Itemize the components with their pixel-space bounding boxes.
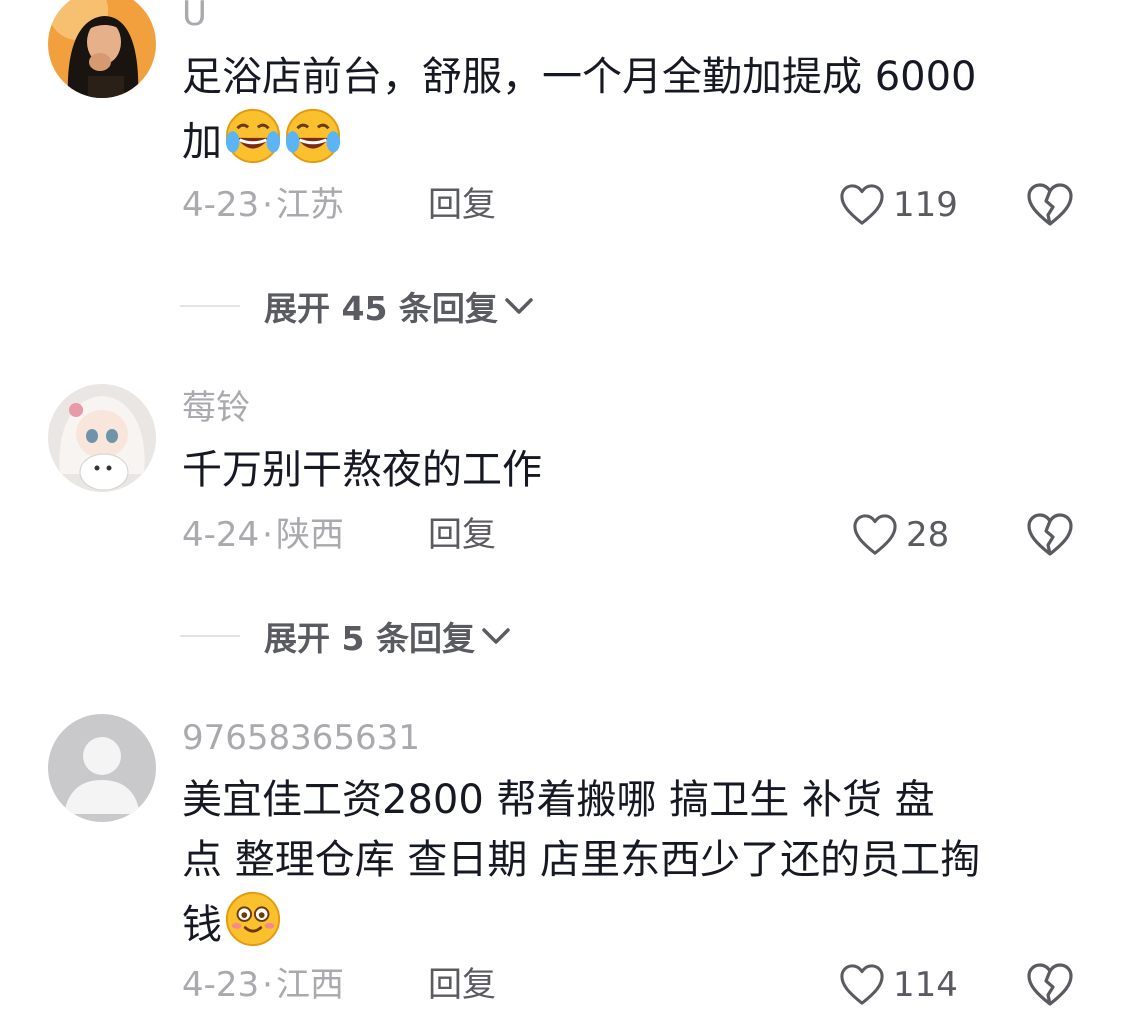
laugh-cry-emoji	[225, 108, 281, 164]
comment-meta: 4-24·陕西	[182, 515, 344, 555]
like-button[interactable]: 28	[852, 512, 949, 558]
broken-heart-icon[interactable]	[1026, 512, 1074, 558]
comment-location: 江西	[275, 965, 344, 1005]
comment-text: 千万别干熬夜的工作	[182, 440, 1082, 500]
comment-text-line: 钱	[182, 890, 1082, 955]
comment-date: 4-23	[182, 965, 260, 1005]
like-count: 119	[893, 185, 958, 225]
comment-text-line: 点 整理仓库 查日期 店里东西少了还的员工掏	[182, 837, 981, 883]
expand-replies-label: 展开 5 条回复	[264, 619, 475, 658]
comment-username[interactable]: U	[182, 0, 207, 34]
expand-replies-button[interactable]: 展开 45 条回复	[180, 284, 536, 328]
heart-icon	[853, 514, 897, 555]
heart-icon	[840, 184, 884, 225]
meta-separator: ·	[262, 965, 273, 1005]
heart-icon	[840, 964, 884, 1005]
laugh-cry-emoji	[285, 108, 341, 164]
avatar[interactable]	[48, 384, 156, 492]
broken-heart-icon[interactable]	[1026, 182, 1074, 228]
expand-replies-label: 展开 45 条回复	[264, 289, 498, 328]
comment-text-line: 千万别干熬夜的工作	[182, 447, 542, 493]
comment-text: 足浴店前台，舒服，一个月全勤加提成 6000 加	[182, 47, 1082, 172]
comment-text-line: 足浴店前台，舒服，一个月全勤加提成 6000	[182, 54, 977, 100]
reply-button[interactable]: 回复	[428, 185, 496, 225]
like-button[interactable]: 119	[839, 182, 958, 228]
meta-separator: ·	[262, 185, 273, 225]
divider	[180, 635, 240, 637]
chevron-down-icon	[482, 628, 510, 644]
comment-text-tail: 钱	[182, 902, 222, 948]
avatar[interactable]	[48, 714, 156, 822]
comment-date: 4-23	[182, 185, 260, 225]
like-count: 28	[906, 515, 950, 555]
meta-separator: ·	[262, 515, 273, 555]
avatar[interactable]	[48, 0, 156, 98]
comment-username[interactable]: 莓铃	[182, 388, 250, 428]
smile-emoji	[225, 891, 281, 947]
comment-username[interactable]: 97658365631	[182, 718, 420, 758]
broken-heart-icon[interactable]	[1026, 962, 1074, 1008]
reply-button[interactable]: 回复	[428, 515, 496, 555]
divider	[180, 305, 240, 307]
reply-button[interactable]: 回复	[428, 965, 496, 1005]
comment-location: 陕西	[275, 515, 344, 555]
like-count: 114	[893, 965, 958, 1005]
expand-replies-button[interactable]: 展开 5 条回复	[180, 614, 513, 658]
comment-text: 美宜佳工资2800 帮着搬哪 搞卫生 补货 盘 点 整理仓库 查日期 店里东西少…	[182, 770, 1082, 955]
comment-date: 4-24	[182, 515, 260, 555]
comment-location: 江苏	[275, 185, 344, 225]
comment-meta: 4-23·江苏	[182, 185, 344, 225]
chevron-down-icon	[505, 298, 533, 314]
like-button[interactable]: 114	[839, 962, 958, 1008]
comment-text-line: 加	[182, 107, 1082, 172]
comment-text-line: 美宜佳工资2800 帮着搬哪 搞卫生 补货 盘	[182, 777, 935, 823]
comment-text-tail: 加	[182, 119, 222, 165]
comment-meta: 4-23·江西	[182, 965, 344, 1005]
